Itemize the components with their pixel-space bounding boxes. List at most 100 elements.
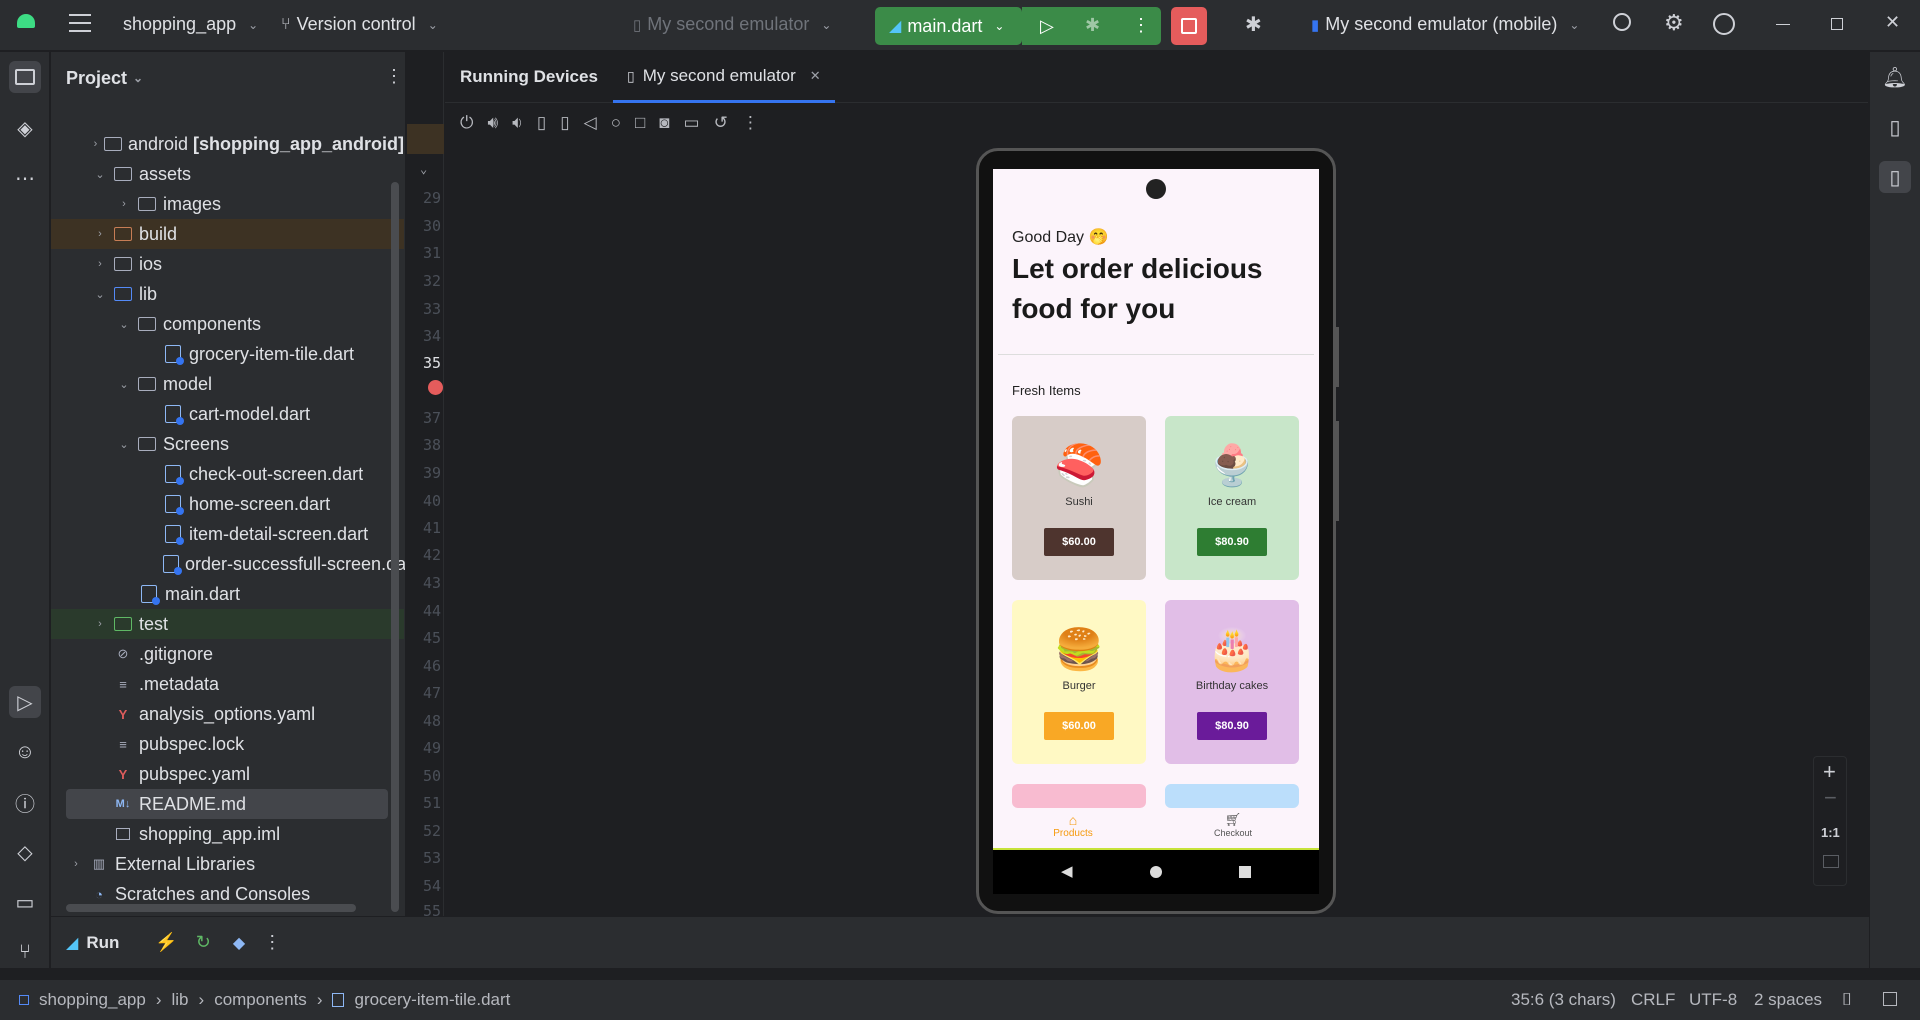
indent-setting[interactable]: 2 spaces bbox=[1754, 990, 1822, 1010]
tree-row-pubspec-yaml[interactable]: Y pubspec.yaml bbox=[51, 759, 404, 789]
horizontal-scrollbar[interactable] bbox=[66, 904, 356, 912]
line-separator[interactable]: CRLF bbox=[1631, 990, 1675, 1010]
product-card-sushi[interactable]: 🍣 Sushi $60.00 bbox=[1012, 416, 1146, 580]
project-tool-icon[interactable] bbox=[9, 61, 41, 93]
overview-icon[interactable]: □ bbox=[635, 113, 645, 133]
fit-screen-icon[interactable] bbox=[1823, 855, 1839, 868]
tab-my-second-emulator[interactable]: ▯ My second emulator ✕ bbox=[613, 52, 835, 103]
tree-row-screens[interactable]: ⌄ Screens bbox=[51, 429, 404, 459]
price-button[interactable]: $60.00 bbox=[1044, 528, 1114, 556]
product-card-burger[interactable]: 🍔 Burger $60.00 bbox=[1012, 600, 1146, 764]
back-icon[interactable]: ◁ bbox=[584, 113, 597, 133]
close-icon[interactable]: ✕ bbox=[1885, 12, 1900, 33]
tree-row-android[interactable]: › android [shopping_app_android] bbox=[51, 129, 404, 159]
home-icon[interactable]: ○ bbox=[611, 113, 621, 133]
device-manager-icon[interactable]: ▯ bbox=[1879, 111, 1911, 143]
screen-record-icon[interactable]: ▭ bbox=[684, 113, 700, 133]
bug-icon[interactable]: ✱ bbox=[1245, 12, 1262, 37]
more-options-icon[interactable]: ⋮ bbox=[742, 113, 759, 133]
tree-row-ios[interactable]: › ios bbox=[51, 249, 404, 279]
tree-row-cart-model[interactable]: cart-model.dart bbox=[51, 399, 404, 429]
breakpoint-icon[interactable] bbox=[428, 380, 443, 395]
tree-row-components[interactable]: ⌄ components bbox=[51, 309, 404, 339]
product-card-ice-cream[interactable]: 🍨 Ice cream $80.90 bbox=[1165, 416, 1299, 580]
tree-row-assets[interactable]: ⌄ assets bbox=[51, 159, 404, 189]
device-selector[interactable]: ▯ My second emulator ⌄ bbox=[633, 14, 831, 35]
notifications-icon[interactable]: 🔔︎ bbox=[1879, 61, 1911, 93]
panel-options-icon[interactable]: ⋮ bbox=[385, 66, 403, 87]
tree-row-item-detail-screen[interactable]: item-detail-screen.dart bbox=[51, 519, 404, 549]
volume-down-icon[interactable]: 🔉︎ bbox=[512, 113, 523, 133]
system-overview-icon[interactable] bbox=[1239, 866, 1251, 878]
breadcrumb-item[interactable]: grocery-item-tile.dart bbox=[354, 990, 510, 1010]
account-icon[interactable] bbox=[1713, 13, 1735, 35]
run-config-selector[interactable]: ◢ main.dart ⌄ bbox=[875, 16, 1022, 37]
tree-row-test[interactable]: › test bbox=[51, 609, 404, 639]
fold-icon[interactable]: ⌄ bbox=[420, 162, 427, 176]
devtools-icon[interactable]: ◆ bbox=[233, 933, 245, 953]
zoom-in-icon[interactable]: + bbox=[1823, 759, 1836, 785]
phone-screen[interactable]: Good Day 🤭 Let order delicious food for … bbox=[993, 169, 1319, 850]
price-button[interactable]: $60.00 bbox=[1044, 712, 1114, 740]
product-card-birthday-cakes[interactable]: 🎂 Birthday cakes $80.90 bbox=[1165, 600, 1299, 764]
more-actions-icon[interactable]: ⋮ bbox=[1132, 15, 1150, 36]
tree-row-metadata[interactable]: ≡ .metadata bbox=[51, 669, 404, 699]
tree-row-external-libraries[interactable]: › ▥ External Libraries bbox=[51, 849, 404, 879]
zoom-out-icon[interactable]: − bbox=[1824, 785, 1837, 811]
app-quality-icon[interactable]: ◇ bbox=[9, 836, 41, 868]
tree-row-analysis-options[interactable]: Y analysis_options.yaml bbox=[51, 699, 404, 729]
screenshot-icon[interactable]: ◙ bbox=[659, 113, 669, 133]
tree-row-iml[interactable]: shopping_app.iml bbox=[51, 819, 404, 849]
rotate-left-icon[interactable]: ▯ bbox=[537, 113, 546, 133]
read-only-toggle-icon[interactable]: ⌷ bbox=[1842, 990, 1852, 1010]
snapshot-icon[interactable]: ↺ bbox=[714, 113, 728, 133]
tree-row-build[interactable]: › build bbox=[51, 219, 404, 249]
hot-restart-icon[interactable]: ↻ bbox=[196, 932, 211, 953]
tree-row-main-dart[interactable]: main.dart bbox=[51, 579, 404, 609]
main-menu-icon[interactable] bbox=[69, 14, 91, 32]
run-tool-icon[interactable]: ▷ bbox=[9, 686, 41, 718]
tree-row-home-screen[interactable]: home-screen.dart bbox=[51, 489, 404, 519]
target-device-selector[interactable]: ▮ My second emulator (mobile) ⌄ bbox=[1311, 14, 1579, 35]
rotate-right-icon[interactable]: ▯ bbox=[560, 113, 569, 133]
restore-icon[interactable] bbox=[1831, 18, 1843, 30]
tree-row-lib[interactable]: ⌄ lib bbox=[51, 279, 404, 309]
product-card-partial[interactable] bbox=[1012, 784, 1146, 808]
product-card-partial[interactable] bbox=[1165, 784, 1299, 808]
system-home-icon[interactable] bbox=[1150, 866, 1162, 878]
nav-checkout[interactable]: 🛒︎ Checkout bbox=[1193, 812, 1273, 838]
run-tab[interactable]: Run bbox=[86, 933, 119, 953]
volume-up-icon[interactable]: 🔊︎ bbox=[487, 113, 498, 133]
problems-icon[interactable]: ⓘ bbox=[9, 786, 41, 818]
vertical-scrollbar[interactable] bbox=[391, 182, 399, 912]
logcat-icon[interactable]: ☺ bbox=[9, 736, 41, 768]
zoom-actual-size[interactable]: 1:1 bbox=[1821, 825, 1840, 840]
tree-row-order-successfull-screen[interactable]: order-successfull-screen.dart bbox=[51, 549, 405, 579]
caret-position[interactable]: 35:6 (3 chars) bbox=[1511, 990, 1616, 1010]
project-selector[interactable]: shopping_app ⌄ bbox=[123, 14, 258, 35]
project-panel-header[interactable]: Project ⌄ bbox=[51, 52, 405, 104]
breadcrumb-item[interactable]: shopping_app bbox=[39, 990, 146, 1010]
resource-manager-icon[interactable]: ◈ bbox=[9, 112, 41, 144]
side-button[interactable] bbox=[1336, 327, 1339, 387]
tree-row-images[interactable]: › images bbox=[51, 189, 404, 219]
tree-row-model[interactable]: ⌄ model bbox=[51, 369, 404, 399]
search-icon[interactable] bbox=[1613, 13, 1631, 31]
power-icon[interactable]: ⏻ bbox=[460, 113, 473, 133]
stop-button[interactable] bbox=[1171, 7, 1207, 45]
side-button[interactable] bbox=[1336, 421, 1339, 521]
run-more-icon[interactable]: ⋮ bbox=[263, 932, 281, 953]
terminal-icon[interactable]: ▭ bbox=[9, 886, 41, 918]
git-icon[interactable]: ⑂ bbox=[9, 936, 41, 968]
breadcrumb-item[interactable]: components bbox=[214, 990, 307, 1010]
more-tools-icon[interactable]: ⋯ bbox=[9, 162, 41, 194]
tree-row-gitignore[interactable]: ⊘ .gitignore bbox=[51, 639, 404, 669]
price-button[interactable]: $80.90 bbox=[1197, 712, 1267, 740]
price-button[interactable]: $80.90 bbox=[1197, 528, 1267, 556]
system-back-icon[interactable]: ◀ bbox=[1061, 862, 1073, 880]
debug-icon[interactable]: ✱ bbox=[1085, 15, 1100, 36]
memory-indicator-icon[interactable] bbox=[1883, 992, 1897, 1006]
tree-row-readme[interactable]: M↓ README.md bbox=[66, 789, 388, 819]
run-icon[interactable]: ▷ bbox=[1040, 16, 1054, 37]
breadcrumb-item[interactable]: lib bbox=[172, 990, 189, 1010]
